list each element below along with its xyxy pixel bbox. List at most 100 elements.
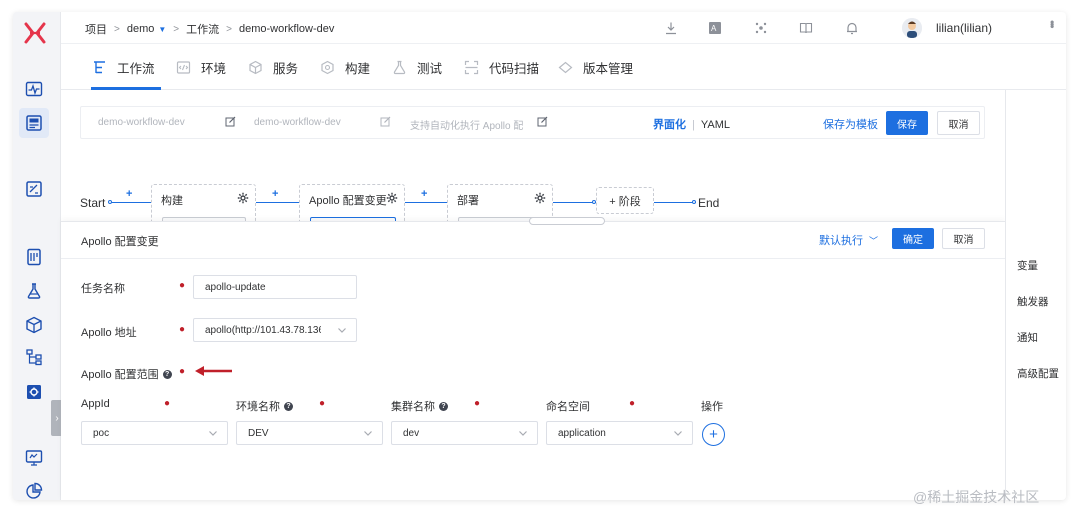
pipeline-icon[interactable] bbox=[24, 347, 44, 367]
edit-icon[interactable] bbox=[537, 116, 548, 127]
tab-version[interactable]: 版本管理 bbox=[557, 58, 633, 77]
pipeline-node-dot bbox=[108, 200, 112, 204]
tab-label: 工作流 bbox=[117, 62, 155, 76]
test-icon bbox=[391, 60, 407, 76]
svg-text:A: A bbox=[711, 24, 717, 33]
add-stage-plus[interactable]: + bbox=[272, 188, 278, 200]
stage-build[interactable]: 构建 bbox=[151, 184, 256, 225]
stage-name: 构建 bbox=[161, 195, 183, 207]
apollo-address-select[interactable]: apollo(http://101.43.78.136 bbox=[193, 318, 357, 342]
module-tab-bar: 工作流 环境 服务 构建 测试 代码扫描 版本管理 bbox=[61, 44, 1066, 90]
appid-select[interactable]: poc bbox=[81, 421, 228, 445]
dashboard-icon[interactable] bbox=[24, 79, 44, 99]
download-icon[interactable] bbox=[663, 20, 679, 36]
template-icon[interactable] bbox=[24, 247, 44, 267]
cluster-select[interactable]: dev bbox=[391, 421, 538, 445]
workflow-editor: demo-workflow-dev demo-workflow-dev 支持自动… bbox=[61, 90, 1005, 500]
apollo-address-label: Apollo 地址 bbox=[81, 327, 137, 339]
panel-item-notifications[interactable]: 通知 bbox=[1017, 330, 1038, 345]
workflow-name-field[interactable]: demo-workflow-dev bbox=[98, 117, 185, 128]
breadcrumb-demo[interactable]: demo bbox=[127, 23, 155, 35]
mode-yaml-button[interactable]: YAML bbox=[701, 119, 730, 131]
insight-pie-icon[interactable] bbox=[24, 481, 44, 500]
breadcrumb-workflow[interactable]: 工作流 bbox=[186, 21, 219, 37]
monitor-icon[interactable] bbox=[24, 448, 44, 468]
chevron-down-icon bbox=[518, 428, 528, 438]
namespace-select[interactable]: application bbox=[546, 421, 693, 445]
exec-mode-select[interactable]: 默认执行 ﹀ bbox=[819, 232, 878, 248]
drawer-resize-handle[interactable] bbox=[529, 217, 605, 225]
pipeline-connector bbox=[109, 202, 151, 203]
chevron-down-icon bbox=[673, 428, 683, 438]
tab-build[interactable]: 构建 bbox=[319, 58, 370, 77]
panel-item-advanced[interactable]: 高级配置 bbox=[1017, 366, 1059, 381]
tab-label: 服务 bbox=[273, 62, 299, 76]
column-header-action: 操作 bbox=[701, 401, 723, 413]
docs-book-icon[interactable] bbox=[798, 20, 814, 36]
save-button[interactable]: 保存 bbox=[886, 111, 928, 135]
help-icon[interactable]: ? bbox=[284, 401, 293, 411]
panel-item-triggers[interactable]: 触发器 bbox=[1017, 294, 1049, 309]
mode-visual-button[interactable]: 界面化 bbox=[653, 119, 686, 131]
edit-icon[interactable] bbox=[225, 116, 236, 127]
cancel-button[interactable]: 取消 bbox=[937, 111, 980, 135]
cluster-value: dev bbox=[403, 427, 420, 439]
breadcrumb-project[interactable]: 项目 bbox=[85, 21, 107, 37]
caret-down-icon[interactable]: ▼ bbox=[158, 25, 166, 34]
more-vertical-icon[interactable]: ••• bbox=[1045, 20, 1059, 27]
left-sidebar: › bbox=[13, 12, 63, 500]
save-as-template-button[interactable]: 保存为模板 bbox=[823, 116, 878, 132]
plugin-icon[interactable] bbox=[753, 20, 769, 36]
release-icon[interactable] bbox=[24, 179, 44, 199]
appid-value: poc bbox=[93, 427, 110, 439]
workflow-description-field[interactable]: 支持自动化执行 Apollo 配 bbox=[410, 117, 523, 132]
avatar[interactable] bbox=[902, 18, 922, 38]
panel-item-variables[interactable]: 变量 bbox=[1017, 258, 1038, 273]
tab-test[interactable]: 测试 bbox=[391, 58, 442, 77]
stage-apollo[interactable]: Apollo 配置变更 bbox=[299, 184, 405, 225]
help-icon[interactable]: ? bbox=[439, 401, 448, 411]
help-icon[interactable]: ? bbox=[162, 369, 172, 379]
tab-workflow[interactable]: 工作流 bbox=[91, 58, 155, 77]
tab-label: 版本管理 bbox=[583, 62, 634, 76]
gear-icon[interactable] bbox=[386, 192, 398, 204]
version-icon bbox=[557, 60, 573, 76]
column-header-env: 环境名称? bbox=[236, 398, 293, 414]
app-window: › 项目 > demo ▼ > 工作流 > demo-workflow-dev … bbox=[13, 12, 1066, 500]
settings-icon[interactable] bbox=[24, 382, 44, 402]
edit-icon[interactable] bbox=[380, 116, 391, 127]
flask-icon[interactable] bbox=[24, 281, 44, 301]
add-row-button[interactable]: + bbox=[702, 423, 725, 446]
top-bar: 项目 > demo ▼ > 工作流 > demo-workflow-dev A … bbox=[61, 12, 1066, 44]
tab-environment[interactable]: 环境 bbox=[175, 58, 226, 77]
task-name-input[interactable]: apollo-update bbox=[193, 275, 357, 299]
env-select[interactable]: DEV bbox=[236, 421, 383, 445]
gear-icon[interactable] bbox=[237, 192, 249, 204]
add-stage-button[interactable]: + 阶段 bbox=[596, 187, 654, 214]
project-icon[interactable] bbox=[19, 108, 49, 138]
pipeline-node-dot bbox=[692, 200, 696, 204]
tab-service[interactable]: 服务 bbox=[247, 58, 298, 77]
add-stage-plus[interactable]: + bbox=[421, 188, 427, 200]
namespace-value: application bbox=[558, 427, 606, 439]
chevron-down-icon bbox=[363, 428, 373, 438]
logo-icon[interactable] bbox=[23, 21, 47, 45]
add-stage-plus[interactable]: + bbox=[126, 188, 132, 200]
column-header-appid: AppId bbox=[81, 398, 110, 410]
confirm-button[interactable]: 确定 bbox=[892, 228, 934, 249]
cancel-button[interactable]: 取消 bbox=[942, 228, 985, 249]
username[interactable]: lilian(lilian) bbox=[936, 21, 992, 35]
pipeline-connector bbox=[553, 202, 596, 203]
gear-icon[interactable] bbox=[534, 192, 546, 204]
code-scan-icon bbox=[463, 60, 479, 76]
stage-name: 部署 bbox=[457, 195, 479, 207]
mode-toggle: 界面化 | YAML bbox=[653, 119, 730, 131]
workflow-display-name-field[interactable]: demo-workflow-dev bbox=[254, 117, 341, 128]
tab-label: 测试 bbox=[417, 62, 443, 76]
package-icon[interactable] bbox=[24, 315, 44, 335]
exec-mode-value: 默认执行 bbox=[819, 235, 863, 247]
bell-icon[interactable] bbox=[844, 20, 860, 36]
tab-code-scan[interactable]: 代码扫描 bbox=[463, 58, 539, 77]
annotation-arrow-icon bbox=[195, 366, 232, 376]
translate-icon[interactable]: A bbox=[707, 20, 723, 36]
